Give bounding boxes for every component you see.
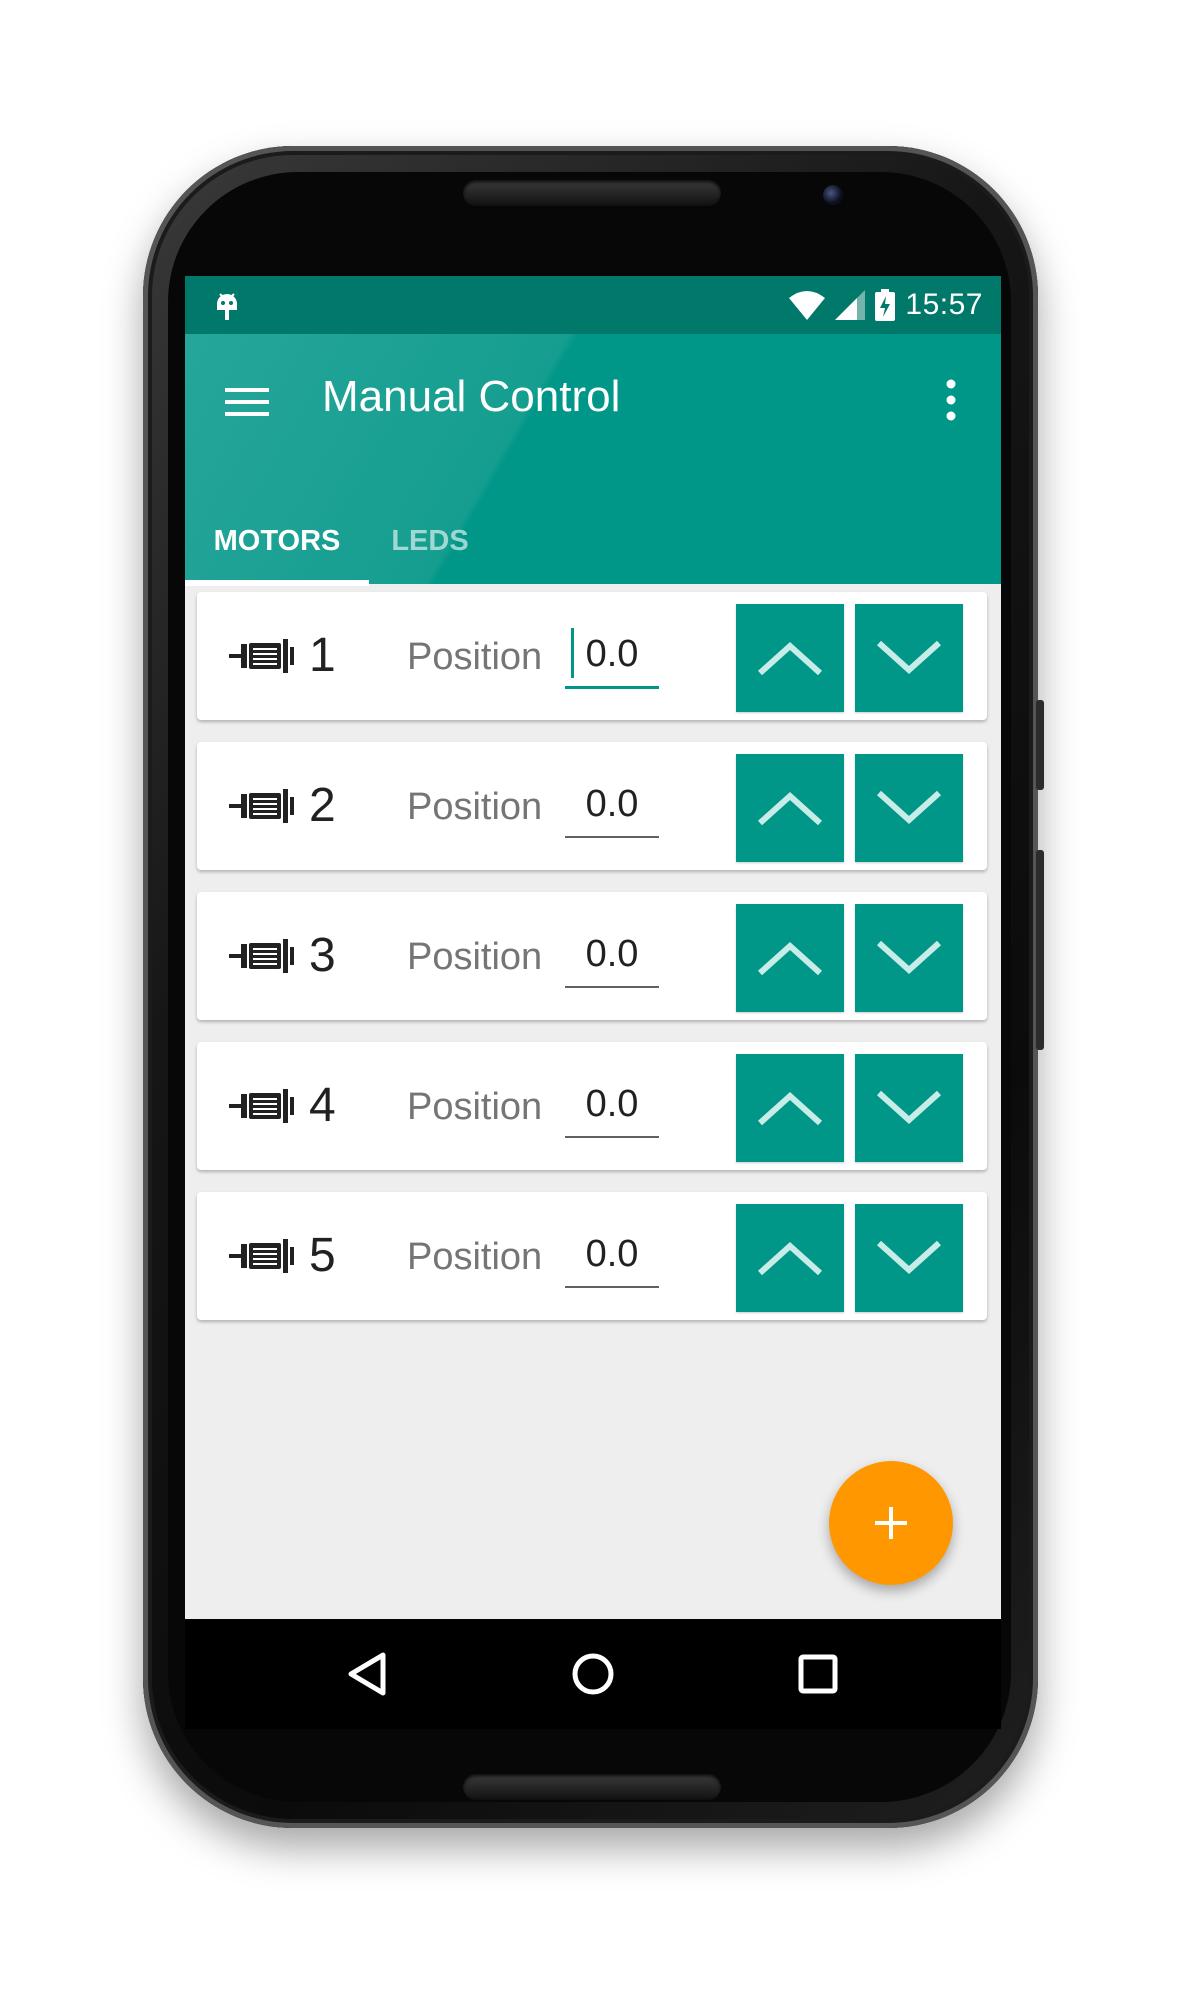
chevron-up-icon — [757, 1241, 823, 1276]
move-up-button[interactable] — [736, 904, 844, 1012]
motor-icon — [229, 789, 294, 823]
battery-charging-icon — [875, 289, 896, 321]
volume-button — [1036, 850, 1044, 1050]
position-input[interactable] — [565, 772, 659, 838]
motor-icon — [229, 939, 294, 973]
motor-card-4: 4 Position — [197, 1042, 987, 1170]
more-vert-icon[interactable] — [941, 376, 961, 424]
position-label: Position — [407, 1086, 543, 1128]
system-nav-bar — [185, 1619, 1001, 1729]
home-button[interactable] — [558, 1639, 628, 1709]
motor-card-3: 3 Position — [197, 892, 987, 1020]
tab-motors[interactable]: MOTORS — [185, 498, 369, 584]
position-label: Position — [407, 1236, 543, 1278]
chevron-down-icon — [876, 1090, 942, 1125]
motor-number: 5 — [309, 1229, 336, 1282]
wifi-icon — [789, 291, 826, 320]
tab-indicator — [185, 580, 369, 586]
motor-number: 4 — [309, 1079, 336, 1132]
bottom-speaker — [463, 1774, 721, 1800]
move-up-button[interactable] — [736, 1204, 844, 1312]
chevron-up-icon — [757, 941, 823, 976]
move-down-button[interactable] — [855, 604, 963, 712]
move-up-button[interactable] — [736, 754, 844, 862]
chevron-down-icon — [876, 790, 942, 825]
recents-icon — [798, 1654, 838, 1694]
chevron-up-icon — [757, 791, 823, 826]
front-camera — [823, 185, 843, 205]
motor-icon — [229, 639, 294, 673]
motor-icon — [229, 1239, 294, 1273]
back-button[interactable] — [333, 1639, 403, 1709]
move-down-button[interactable] — [855, 904, 963, 1012]
move-down-button[interactable] — [855, 1204, 963, 1312]
position-label: Position — [407, 786, 543, 828]
chevron-down-icon — [876, 940, 942, 975]
top-speaker — [463, 180, 721, 206]
chevron-down-icon — [876, 1240, 942, 1275]
text-cursor — [571, 628, 574, 678]
screen: 15:57 Manual Control MOTORS LEDS 1 Posit… — [185, 276, 1001, 1619]
status-bar: 15:57 — [185, 276, 1001, 334]
page-title: Manual Control — [322, 372, 621, 421]
position-input[interactable] — [565, 622, 659, 689]
motor-number: 3 — [309, 929, 336, 982]
cell-signal-icon — [835, 290, 866, 320]
plus-icon — [875, 1507, 907, 1539]
app-bar: Manual Control MOTORS LEDS — [185, 334, 1001, 586]
position-label: Position — [407, 636, 543, 678]
move-up-button[interactable] — [736, 1054, 844, 1162]
motor-number: 2 — [309, 779, 336, 832]
move-down-button[interactable] — [855, 754, 963, 862]
android-debug-icon — [217, 293, 237, 320]
hamburger-menu-icon[interactable] — [223, 382, 271, 422]
tab-leds[interactable]: LEDS — [369, 498, 491, 584]
motor-number: 1 — [309, 629, 336, 682]
status-clock: 15:57 — [905, 288, 983, 321]
home-icon — [572, 1653, 614, 1695]
add-motor-button[interactable] — [829, 1461, 953, 1585]
recents-button[interactable] — [783, 1639, 853, 1709]
position-input[interactable] — [565, 922, 659, 988]
motor-card-5: 5 Position — [197, 1192, 987, 1320]
status-icons: 15:57 — [789, 276, 983, 334]
motor-card-1: 1 Position — [197, 592, 987, 720]
motor-card-2: 2 Position — [197, 742, 987, 870]
move-down-button[interactable] — [855, 1054, 963, 1162]
chevron-up-icon — [757, 641, 823, 676]
chevron-up-icon — [757, 1091, 823, 1126]
tab-bar: MOTORS LEDS — [185, 498, 1001, 584]
back-icon — [348, 1652, 386, 1696]
move-up-button[interactable] — [736, 604, 844, 712]
position-label: Position — [407, 936, 543, 978]
power-button — [1036, 700, 1044, 790]
chevron-down-icon — [876, 640, 942, 675]
motor-icon — [229, 1089, 294, 1123]
position-input[interactable] — [565, 1072, 659, 1138]
position-input[interactable] — [565, 1222, 659, 1288]
